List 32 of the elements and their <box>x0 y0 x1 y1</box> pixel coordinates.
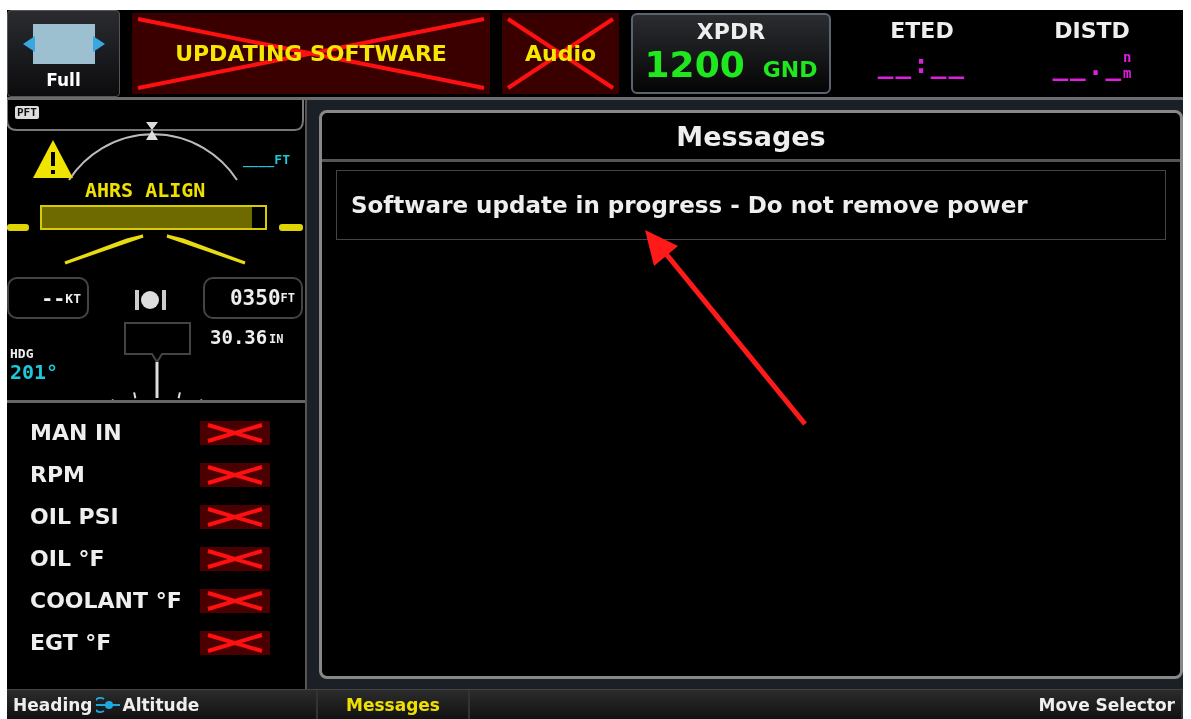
engine-gauge-label: OIL PSI <box>30 504 120 529</box>
softkey[interactable]: Heading Altitude <box>7 690 318 719</box>
softkey[interactable]: Move Selector <box>470 690 1183 719</box>
pfd-tag: PFT <box>15 106 39 119</box>
altitude-value: 0350 <box>229 286 281 310</box>
unit-label: FT <box>280 291 295 305</box>
heading-label: HDG <box>10 346 34 361</box>
unit-label: n <box>1123 49 1132 65</box>
status-label: AHRS ALIGN <box>85 178 206 202</box>
panel-title: Messages <box>322 113 1180 162</box>
unit-label: m <box>1123 65 1132 81</box>
field-value: __._ <box>1052 51 1124 81</box>
engine-gauge-label: EGT °F <box>30 630 113 655</box>
field-title: DISTD <box>1054 18 1130 43</box>
engine-gauge-label: COOLANT °F <box>30 588 183 613</box>
transponder-button[interactable]: XPDR 1200 GND <box>631 13 831 94</box>
airspeed-value: -- <box>41 286 66 310</box>
field-value: __:__ <box>877 49 967 79</box>
field-title: ETED <box>890 18 954 43</box>
engine-gauge-label: OIL °F <box>30 546 106 571</box>
split-screen-icon <box>22 22 105 66</box>
engine-gauge-label: RPM <box>30 462 86 487</box>
baro-setting: 30.36 <box>210 326 268 348</box>
heading-value: 201° <box>10 360 59 384</box>
altitude-bug-label: ____FT <box>243 152 290 167</box>
softkey[interactable]: Messages <box>318 690 470 719</box>
message-item[interactable]: Software update in progress - Do not remove power <box>336 170 1166 240</box>
link-icon <box>95 695 120 714</box>
engine-gauge-label: MAN IN <box>30 420 123 445</box>
full-button[interactable]: Full <box>7 10 120 97</box>
unit-label: KT <box>65 290 81 306</box>
unit-label: IN <box>269 332 284 346</box>
